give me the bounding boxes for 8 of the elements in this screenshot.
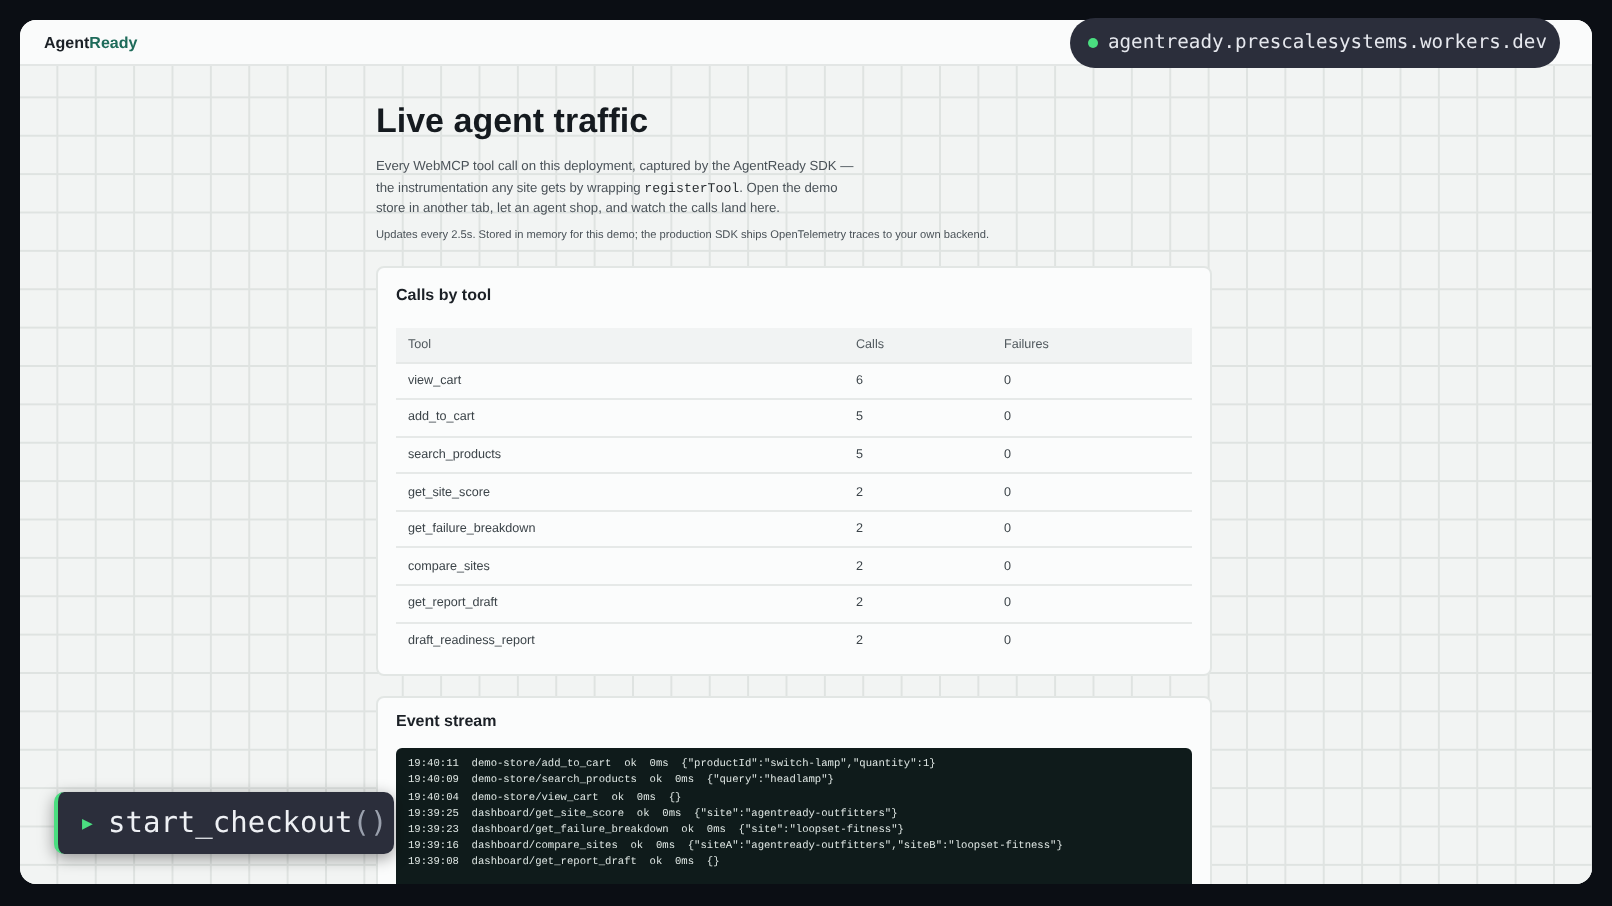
function-name: start_checkout	[108, 807, 353, 839]
card-title: Calls by tool	[396, 285, 494, 303]
url-text: agentready.prescalesystems.workers.dev	[1108, 32, 1547, 54]
brand-logo: AgentReady	[44, 33, 138, 51]
parentheses: ()	[352, 807, 388, 839]
page-title: Live agent traffic	[376, 102, 651, 142]
status-dot-icon	[1088, 38, 1098, 48]
card-title: Event stream	[396, 712, 499, 731]
